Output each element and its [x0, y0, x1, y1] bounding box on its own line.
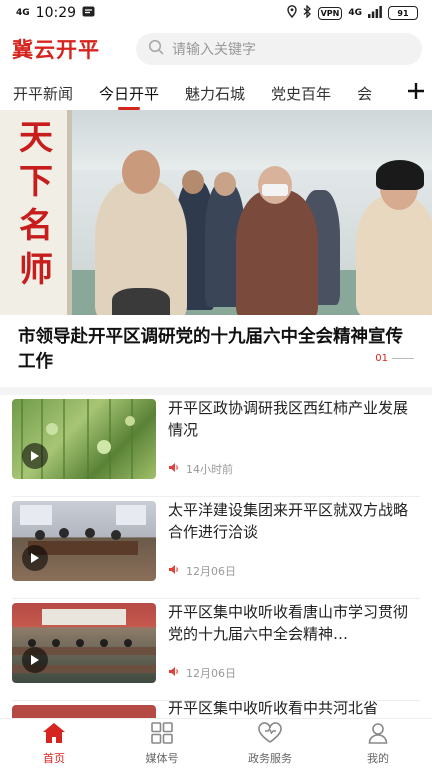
tab-today-kaiping[interactable]: 今日开平 [86, 74, 172, 112]
news-item[interactable]: 太平洋建设集团来开平区就双方战略合作进行洽谈 12月06日 [0, 497, 432, 599]
news-time: 12月06日 [186, 565, 236, 578]
play-icon [22, 545, 48, 571]
signal-icon [368, 5, 382, 21]
home-icon [42, 722, 66, 747]
news-item[interactable]: 开平区集中收听收看中共河北省 [0, 701, 432, 718]
bluetooth-icon [303, 4, 312, 21]
nav-me[interactable]: 我的 [324, 719, 432, 768]
news-title: 开平区集中收听收看中共河北省 [168, 701, 379, 717]
tab-partial[interactable]: 会 [344, 74, 385, 112]
tab-kaiping-news[interactable]: 开平新闻 [0, 74, 86, 112]
speaker-icon [168, 666, 180, 680]
news-time: 14小时前 [186, 463, 233, 476]
hero-headline[interactable]: 市领导赴开平区调研党的十九届六中全会精神宣传工作 01 [0, 315, 432, 387]
app-logo: 冀云开平 [12, 38, 100, 62]
news-item[interactable]: 开平区集中收听收看唐山市学习贯彻党的十九届六中全会精神… 12月06日 [0, 599, 432, 701]
plus-icon [407, 82, 425, 104]
play-icon [22, 443, 48, 469]
hero-headline-text: 市领导赴开平区调研党的十九届六中全会精神宣传工作 [18, 327, 403, 372]
hero-carousel[interactable]: 天 下 名 师 [0, 110, 432, 315]
search-icon [148, 39, 172, 59]
grid-icon [150, 721, 174, 747]
search-placeholder: 请输入关键字 [172, 42, 256, 58]
status-time: 10:29 [35, 5, 77, 21]
news-thumbnail [12, 501, 156, 581]
heart-icon [257, 721, 283, 747]
news-title: 开平区集中收听收看唐山市学习贯彻党的十九届六中全会精神… [168, 603, 409, 643]
battery-indicator: 91 [388, 6, 418, 20]
news-title: 太平洋建设集团来开平区就双方战略合作进行洽谈 [168, 501, 409, 541]
location-icon [286, 5, 297, 21]
tab-charm-shicheng[interactable]: 魅力石城 [172, 74, 258, 112]
channel-tabs: 开平新闻 今日开平 魅力石城 党史百年 会 [0, 74, 432, 112]
news-thumbnail [12, 603, 156, 683]
news-time: 12月06日 [186, 667, 236, 680]
speaker-icon [168, 564, 180, 578]
news-title: 开平区政协调研我区西红柿产业发展情况 [168, 399, 409, 439]
nav-home[interactable]: 首页 [0, 719, 108, 768]
nav-gov-services[interactable]: 政务服务 [216, 719, 324, 768]
bottom-navigation: 首页 媒体号 政务服务 我的 [0, 718, 432, 768]
news-thumbnail [12, 399, 156, 479]
slide-indicator: 01 [375, 353, 414, 364]
nav-media[interactable]: 媒体号 [108, 719, 216, 768]
play-icon [22, 647, 48, 673]
news-item[interactable]: 开平区政协调研我区西红柿产业发展情况 14小时前 [0, 395, 432, 497]
speaker-icon [168, 462, 180, 476]
add-channel-button[interactable] [400, 74, 432, 112]
user-icon [367, 722, 389, 747]
app-header: 冀云开平 请输入关键字 [0, 30, 432, 68]
message-icon [82, 6, 95, 21]
banner-sign: 天 下 名 师 [0, 110, 72, 315]
status-bar: 4G 10:29 VPN 4G 91 [0, 0, 432, 26]
news-thumbnail [12, 705, 156, 718]
vpn-badge: VPN [317, 6, 343, 20]
tab-party-history[interactable]: 党史百年 [258, 74, 344, 112]
signal-indicator: 4G [16, 7, 30, 18]
network-label: 4G [348, 8, 362, 18]
search-bar[interactable]: 请输入关键字 [136, 33, 422, 65]
